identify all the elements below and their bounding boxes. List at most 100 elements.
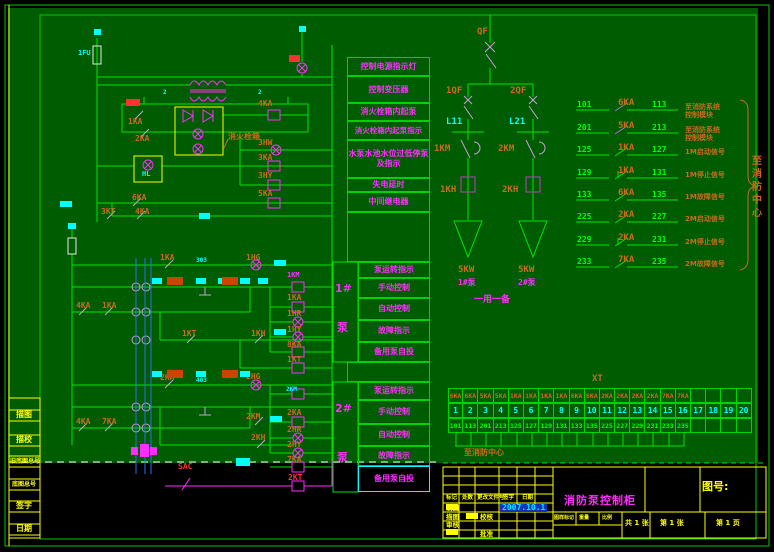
- signal-row: 2252KA2272M启动信号: [575, 213, 774, 237]
- schematic-label: 2KM: [246, 413, 260, 421]
- grip-tag: [222, 370, 238, 378]
- relay-label: 1KA: [618, 167, 634, 176]
- table-cell: 5KA: [478, 388, 493, 403]
- schematic-label: 5KW: [518, 266, 534, 275]
- legend-row: 泵运转指示: [358, 262, 430, 278]
- rev-col: 日期: [522, 496, 533, 502]
- schematic-label: SAC: [178, 463, 192, 471]
- schematic-label: 1KH: [251, 330, 265, 338]
- table-cell: 6KA: [448, 388, 463, 403]
- grip-tag: [196, 371, 206, 377]
- signal-desc: 至消防系统 控制模块: [685, 103, 720, 119]
- traced-label: 描图: [446, 514, 459, 521]
- table-cell: 227: [615, 418, 630, 433]
- schematic-label: 2HY: [287, 441, 301, 449]
- relay-label: 5KA: [618, 122, 634, 131]
- schematic-label: HL: [142, 171, 150, 178]
- table-cell: [737, 388, 752, 403]
- grip-tag: [240, 371, 250, 377]
- schematic-label: 1#泵: [458, 279, 476, 287]
- grip-tag: [152, 371, 162, 377]
- terminal-no: 113: [652, 101, 666, 109]
- relay-label: 6KA: [618, 99, 634, 108]
- drawing-title: 消防泵控制柜: [556, 495, 644, 506]
- table-cell: 17: [691, 403, 706, 418]
- xt-bracket-lines: [455, 433, 684, 446]
- schematic-label: 2: [163, 90, 167, 96]
- table-cell: 235: [676, 418, 691, 433]
- cad-drawing-viewport: 1FU221KA2KA消火栓箱4KA3HW3KA3HY5KAHL6KA3KT4K…: [0, 0, 774, 552]
- signal-desc: 至消防系统 控制模块: [685, 126, 720, 142]
- terminal-no: 101: [577, 101, 591, 109]
- signal-row: 2292KA2312M停止信号: [575, 236, 774, 260]
- legend-row: 手动控制: [358, 278, 430, 298]
- table-cell: 8: [554, 403, 569, 418]
- scale-label: 比例: [602, 516, 612, 521]
- table-cell: 7KA: [661, 388, 676, 403]
- table-cell: 3: [478, 403, 493, 418]
- check-label: 校核: [480, 514, 493, 521]
- signal-row: 2337KA2352M故障信号: [575, 258, 774, 282]
- schematic-label: 3KT: [101, 208, 115, 216]
- table-cell: 1KA: [509, 388, 524, 403]
- table-cell: 14: [645, 403, 660, 418]
- legend-row-empty: [347, 362, 430, 382]
- table-cell: 233: [661, 418, 676, 433]
- schematic-label: 2KT: [288, 474, 302, 482]
- table-cell: 135: [585, 418, 600, 433]
- schematic-label: 消火栓箱: [228, 133, 260, 141]
- schematic-label: 403: [196, 378, 207, 384]
- grip-tag: [150, 447, 157, 455]
- schematic-label: 2KA: [287, 409, 301, 417]
- schematic-label: 2QF: [510, 87, 526, 96]
- legend-row: 消火栓箱内起泵: [347, 103, 430, 121]
- terminal-no: 133: [577, 191, 591, 199]
- grip-tag: [274, 260, 286, 266]
- table-cell: 127: [524, 418, 539, 433]
- table-cell: 1KA: [524, 388, 539, 403]
- xt-ka-row: 6KA6KA5KA5KA1KA1KA1KA1KA6KA6KA2KA2KA2KA2…: [448, 388, 752, 403]
- table-cell: 18: [706, 403, 721, 418]
- xt-title: XT: [592, 375, 603, 384]
- table-cell: 4: [494, 403, 509, 418]
- table-cell: [721, 418, 736, 433]
- schematic-label: 1KA: [102, 302, 116, 310]
- terminal-no: 213: [652, 124, 666, 132]
- grip-tag: [152, 278, 162, 284]
- schematic-label: 1KH: [440, 186, 456, 195]
- table-cell: 225: [600, 418, 615, 433]
- table-cell: 229: [630, 418, 645, 433]
- audit-label: 审核: [446, 522, 459, 529]
- grip-tag: [270, 416, 282, 422]
- schematic-label: 3KA: [258, 154, 272, 162]
- table-cell: 113: [463, 418, 478, 433]
- table-cell: 101: [448, 418, 463, 433]
- schematic-label: 4KA: [76, 302, 90, 310]
- table-cell: 9: [570, 403, 585, 418]
- schematic-label: 2KM: [286, 387, 297, 393]
- grip-tag: [236, 458, 250, 466]
- legend-row: 水泵水池水位过低停泵及指示: [347, 140, 430, 178]
- schematic-label: 7KA: [287, 456, 301, 464]
- table-cell: 2KA: [600, 388, 615, 403]
- grip-tag: [274, 329, 286, 335]
- legend-row: 泵运转指示: [358, 382, 430, 400]
- schematic-label: 1KM: [434, 145, 450, 154]
- schematic-label: 3HW: [258, 139, 272, 147]
- terminal-no: 129: [577, 169, 591, 177]
- table-cell: 2: [463, 403, 478, 418]
- grip-tag: [131, 447, 138, 455]
- table-cell: 6KA: [570, 388, 585, 403]
- schematic-label: 5KW: [458, 266, 474, 275]
- left-strip-label: 签字: [16, 502, 32, 510]
- schematic-label: 1QF: [446, 87, 462, 96]
- table-cell: 7KA: [676, 388, 691, 403]
- pump1-id: 1#: [335, 283, 352, 294]
- grip-tag: [258, 278, 268, 284]
- terminal-no: 229: [577, 236, 591, 244]
- rev-col: 签字: [503, 496, 514, 502]
- schematic-label: 2KH: [251, 434, 265, 442]
- terminal-no: 231: [652, 236, 666, 244]
- schematic-label: QF: [477, 28, 488, 37]
- table-cell: 10: [585, 403, 600, 418]
